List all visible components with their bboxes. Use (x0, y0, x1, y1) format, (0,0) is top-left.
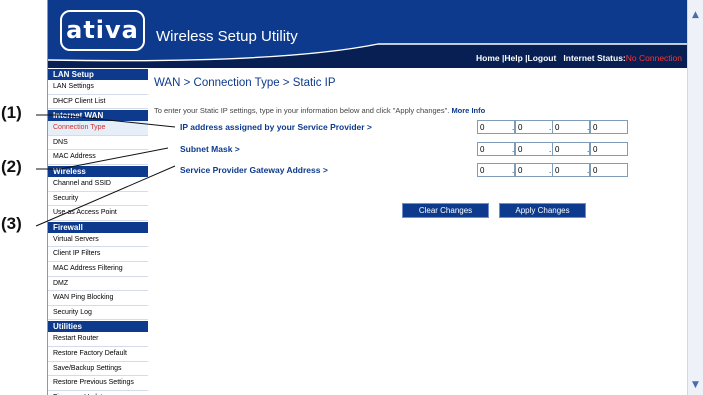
home-link[interactable]: Home (476, 53, 500, 63)
internet-status-value: No Connection (625, 53, 682, 63)
sidebar-section-wireless: Wireless (48, 164, 148, 177)
ip-octet-field[interactable] (515, 120, 553, 134)
sidebar: LAN Setup LAN Settings DHCP Client List Int… (48, 68, 148, 395)
clear-changes-button[interactable]: Clear Changes (402, 203, 489, 218)
ip-octet-field[interactable] (590, 163, 628, 177)
sidebar-item-connection-type[interactable]: Connection Type (48, 121, 148, 136)
apply-changes-button[interactable]: Apply Changes (499, 203, 586, 218)
octet-separator: . (587, 123, 590, 132)
sidebar-item-dhcp-client-list[interactable]: DHCP Client List (48, 95, 148, 110)
header-bar: ativa Wireless Setup Utility Home |Help … (48, 0, 688, 68)
callout-3-label: (3) (1, 214, 22, 233)
sidebar-item-use-as-access-point[interactable]: Use as Access Point (48, 206, 148, 221)
sidebar-item-mac-address[interactable]: MAC Address (48, 150, 148, 165)
sidebar-item-restore-factory-default[interactable]: Restore Factory Default (48, 347, 148, 362)
sidebar-item-save-backup-settings[interactable]: Save/Backup Settings (48, 362, 148, 377)
ip-octet-field[interactable] (477, 120, 515, 134)
sidebar-item-channel-and-ssid[interactable]: Channel and SSID (48, 177, 148, 192)
sidebar-item-restore-previous-settings[interactable]: Restore Previous Settings (48, 376, 148, 391)
callout-2-label: (2) (1, 157, 22, 176)
sidebar-item-security-log[interactable]: Security Log (48, 306, 148, 321)
logout-link[interactable]: Logout (528, 53, 557, 63)
app-title: Wireless Setup Utility (156, 28, 298, 45)
ip-octet-field[interactable] (515, 142, 553, 156)
ip-octet-field[interactable] (477, 163, 515, 177)
sidebar-item-dns[interactable]: DNS (48, 136, 148, 151)
help-link[interactable]: Help (504, 53, 522, 63)
octet-separator: . (549, 145, 552, 154)
sidebar-section-internet-wan: Internet WAN (48, 109, 148, 122)
sidebar-section-firewall: Firewall (48, 220, 148, 233)
octet-separator: . (587, 166, 590, 175)
ip-octet-field[interactable] (477, 142, 515, 156)
octet-separator: . (549, 123, 552, 132)
more-info-link[interactable]: More Info (451, 106, 485, 115)
page-title: WAN > Connection Type > Static IP (154, 77, 336, 89)
browser-viewport: ativa Wireless Setup Utility Home |Help … (47, 0, 688, 395)
sidebar-item-virtual-servers[interactable]: Virtual Servers (48, 233, 148, 248)
octet-separator: . (549, 166, 552, 175)
instructions-body: To enter your Static IP settings, type i… (154, 106, 450, 115)
sidebar-section-utilities: Utilities (48, 320, 148, 333)
sidebar-item-client-ip-filters[interactable]: Client IP Filters (48, 247, 148, 262)
ip-octet-field[interactable] (552, 163, 590, 177)
scroll-down-icon[interactable]: ▼ (690, 380, 701, 391)
ip-octet-field[interactable] (552, 142, 590, 156)
gateway-label: Service Provider Gateway Address > (180, 165, 328, 175)
ip-octet-field[interactable] (552, 120, 590, 134)
octet-separator: . (512, 123, 515, 132)
ip-address-label: IP address assigned by your Service Prov… (180, 122, 372, 132)
octet-separator: . (587, 145, 590, 154)
sidebar-item-lan-settings[interactable]: LAN Settings (48, 80, 148, 95)
octet-separator: . (512, 145, 515, 154)
subnet-mask-label: Subnet Mask > (180, 144, 240, 154)
sidebar-item-dmz[interactable]: DMZ (48, 277, 148, 292)
octet-separator: . (512, 166, 515, 175)
instructions-text: To enter your Static IP settings, type i… (154, 106, 485, 115)
scroll-up-icon[interactable]: ▲ (690, 10, 701, 21)
vertical-scrollbar[interactable]: ▲ ▼ (687, 0, 703, 395)
ip-octet-field[interactable] (590, 120, 628, 134)
ip-octet-field[interactable] (515, 163, 553, 177)
sidebar-item-mac-address-filtering[interactable]: MAC Address Filtering (48, 262, 148, 277)
ip-octet-field[interactable] (590, 142, 628, 156)
callout-1-label: (1) (1, 103, 22, 122)
internet-status-label: Internet Status: (563, 53, 626, 63)
ativa-logo: ativa (60, 10, 145, 51)
sidebar-item-wan-ping-blocking[interactable]: WAN Ping Blocking (48, 291, 148, 306)
sidebar-item-security[interactable]: Security (48, 192, 148, 207)
sidebar-section-lan-setup: LAN Setup (48, 68, 148, 80)
sidebar-item-firmware-update[interactable]: Firmware Update (48, 391, 148, 395)
sidebar-item-restart-router[interactable]: Restart Router (48, 332, 148, 347)
top-nav: Home |Help |Logout Internet Status:No Co… (475, 53, 682, 63)
